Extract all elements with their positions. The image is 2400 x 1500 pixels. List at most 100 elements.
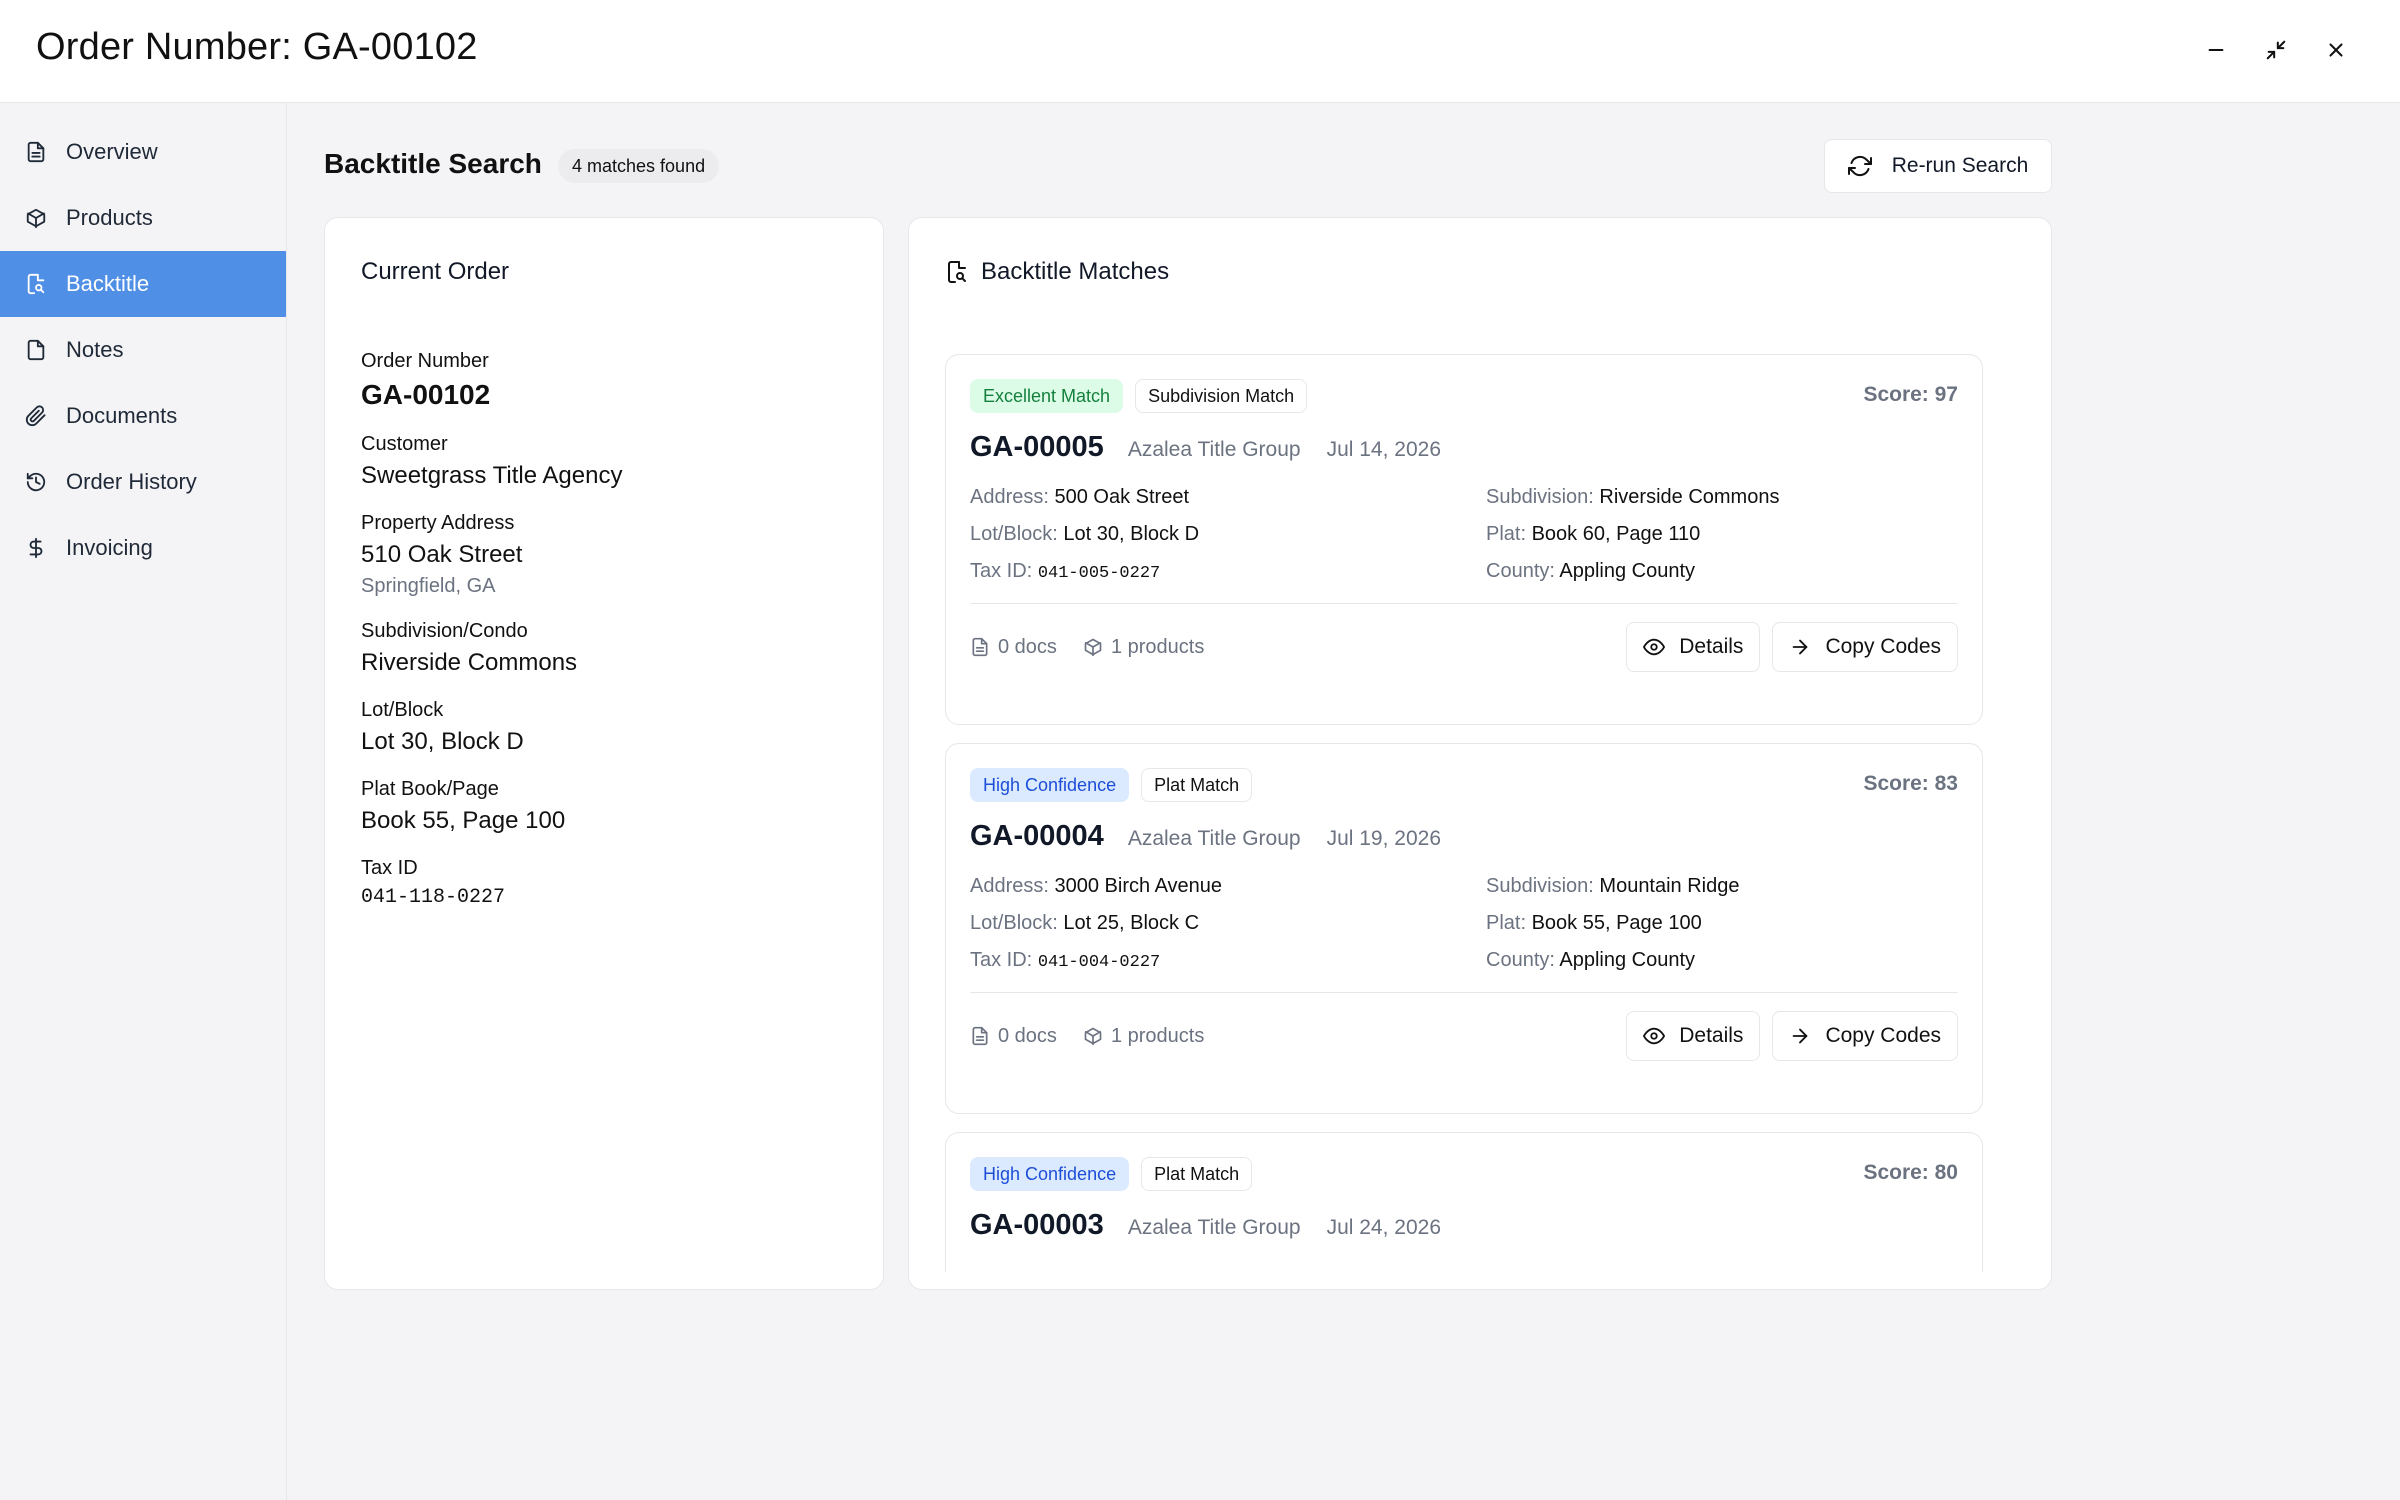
backtitle-matches-card: Backtitle Matches Excellent Match Subdiv… — [908, 217, 2052, 1290]
page-title: Backtitle Search — [324, 148, 542, 179]
match-address: Address: 3000 Birch Avenue — [970, 875, 1223, 897]
copy-codes-button[interactable]: Copy Codes — [1772, 1011, 1958, 1061]
current-order-title: Current Order — [361, 258, 510, 285]
document-icon — [972, 637, 988, 657]
window-header: Order Number: GA-00102 — [0, 0, 2400, 103]
sidebar: Overview Products Backtitle Notes Docume… — [0, 103, 287, 1500]
match-county: County: Appling County — [1486, 949, 1696, 971]
tax-id-field: Tax ID 041-118-0227 — [361, 857, 847, 909]
package-icon — [1084, 1027, 1102, 1046]
match-date: Jul 24, 2026 — [1326, 1216, 1442, 1239]
field-label: Lot/Block — [361, 699, 444, 721]
products-count: 1 products — [1083, 1025, 1204, 1048]
sidebar-item-backtitle[interactable]: Backtitle — [0, 251, 286, 317]
window-title: Order Number: GA-00102 — [36, 26, 478, 68]
sidebar-item-overview[interactable]: Overview — [0, 119, 286, 185]
minimize-arrows-icon — [2266, 40, 2286, 60]
confidence-tag: High Confidence — [970, 768, 1130, 802]
close-icon — [2329, 43, 2343, 57]
match-plat: Plat: Book 55, Page 100 — [1486, 912, 1702, 934]
match-date: Jul 19, 2026 — [1326, 827, 1442, 850]
package-icon — [1084, 638, 1102, 657]
dollar-icon — [24, 536, 48, 560]
sidebar-item-label: Notes — [66, 337, 124, 362]
match-type-tag: Plat Match — [1141, 768, 1253, 802]
document-icon — [972, 1026, 988, 1046]
lot-block-field: Lot/Block Lot 30, Block D — [361, 699, 847, 756]
match-order-id: GA-00003 — [970, 1209, 1104, 1241]
match-lot-block: Lot/Block: Lot 30, Block D — [970, 523, 1200, 545]
match-list[interactable]: Excellent Match Subdivision Match Score:… — [945, 354, 1983, 1272]
match-date: Jul 14, 2026 — [1326, 438, 1442, 461]
eye-icon — [1643, 1027, 1666, 1045]
subdivision-value: Riverside Commons — [361, 649, 578, 676]
divider — [970, 992, 1958, 993]
sidebar-item-label: Invoicing — [66, 535, 153, 560]
customer-value: Sweetgrass Title Agency — [361, 462, 623, 489]
docs-count: 0 docs — [970, 636, 1057, 659]
sidebar-item-notes[interactable]: Notes — [0, 317, 286, 383]
history-icon — [24, 470, 48, 494]
paperclip-icon — [24, 404, 48, 428]
sidebar-item-label: Overview — [66, 139, 158, 164]
order-number-value: GA-00102 — [361, 379, 491, 410]
match-plat: Plat: Book 60, Page 110 — [1486, 523, 1701, 545]
matches-count-badge: 4 matches found — [558, 149, 720, 183]
property-address-field: Property Address 510 Oak Street Springfi… — [361, 512, 847, 598]
current-order-card: Current Order Order Number GA-00102 Cust… — [324, 217, 884, 1290]
tax-id-value: 041-118-0227 — [361, 886, 506, 909]
sidebar-item-invoicing[interactable]: Invoicing — [0, 515, 286, 581]
subdivision-field: Subdivision/Condo Riverside Commons — [361, 620, 847, 677]
confidence-tag: High Confidence — [970, 1157, 1130, 1191]
minimize-icon — [2208, 48, 2224, 52]
match-agency: Azalea Title Group — [1127, 438, 1301, 461]
sidebar-item-label: Products — [66, 205, 153, 230]
match-lot-block: Lot/Block: Lot 25, Block C — [970, 912, 1200, 934]
sidebar-item-products[interactable]: Products — [0, 185, 286, 251]
copy-codes-button[interactable]: Copy Codes — [1772, 622, 1958, 672]
property-address-value: 510 Oak Street — [361, 541, 523, 568]
match-card: High Confidence Plat Match Score: 80 GA-… — [945, 1132, 1983, 1272]
confidence-tag: Excellent Match — [970, 379, 1124, 413]
rerun-search-button[interactable]: Re-run Search — [1824, 139, 2052, 193]
sidebar-item-documents[interactable]: Documents — [0, 383, 286, 449]
match-card: Excellent Match Subdivision Match Score:… — [945, 354, 1983, 725]
field-label: Tax ID — [361, 857, 418, 879]
divider — [970, 603, 1958, 604]
close-button[interactable] — [2318, 32, 2354, 68]
refresh-icon — [1847, 155, 1872, 177]
sidebar-item-label: Documents — [66, 403, 178, 428]
match-card: High Confidence Plat Match Score: 83 GA-… — [945, 743, 1983, 1114]
field-label: Subdivision/Condo — [361, 620, 528, 642]
field-label: Order Number — [361, 350, 489, 372]
restore-button[interactable] — [2258, 32, 2294, 68]
minimize-button[interactable] — [2198, 32, 2234, 68]
details-button[interactable]: Details — [1626, 1011, 1761, 1061]
details-button[interactable]: Details — [1626, 622, 1761, 672]
order-number-field: Order Number GA-00102 — [361, 350, 847, 411]
match-type-tag: Subdivision Match — [1135, 379, 1308, 413]
note-icon — [24, 338, 48, 362]
match-subdivision: Subdivision: Riverside Commons — [1486, 486, 1780, 508]
backtitle-matches-header: Backtitle Matches — [945, 258, 2015, 286]
property-city-value: Springfield, GA — [361, 575, 496, 597]
sidebar-item-label: Order History — [66, 469, 197, 494]
match-score: Score: 83 — [1863, 772, 1958, 795]
match-subdivision: Subdivision: Mountain Ridge — [1486, 875, 1740, 897]
field-label: Customer — [361, 433, 448, 455]
match-agency: Azalea Title Group — [1127, 1216, 1301, 1239]
customer-field: Customer Sweetgrass Title Agency — [361, 433, 847, 490]
match-agency: Azalea Title Group — [1127, 827, 1301, 850]
sidebar-item-order-history[interactable]: Order History — [0, 449, 286, 515]
plat-value: Book 55, Page 100 — [361, 807, 566, 834]
field-label: Plat Book/Page — [361, 778, 499, 800]
products-count: 1 products — [1083, 636, 1204, 659]
match-address: Address: 500 Oak Street — [970, 486, 1190, 508]
backtitle-matches-title: Backtitle Matches — [981, 258, 1170, 285]
match-tax-id: Tax ID: 041-004-0227 — [970, 949, 1161, 972]
arrow-right-icon — [1793, 1028, 1808, 1044]
match-order-id: GA-00004 — [970, 820, 1104, 852]
plat-field: Plat Book/Page Book 55, Page 100 — [361, 778, 847, 835]
match-score: Score: 97 — [1863, 383, 1958, 406]
file-search-icon — [948, 261, 966, 283]
